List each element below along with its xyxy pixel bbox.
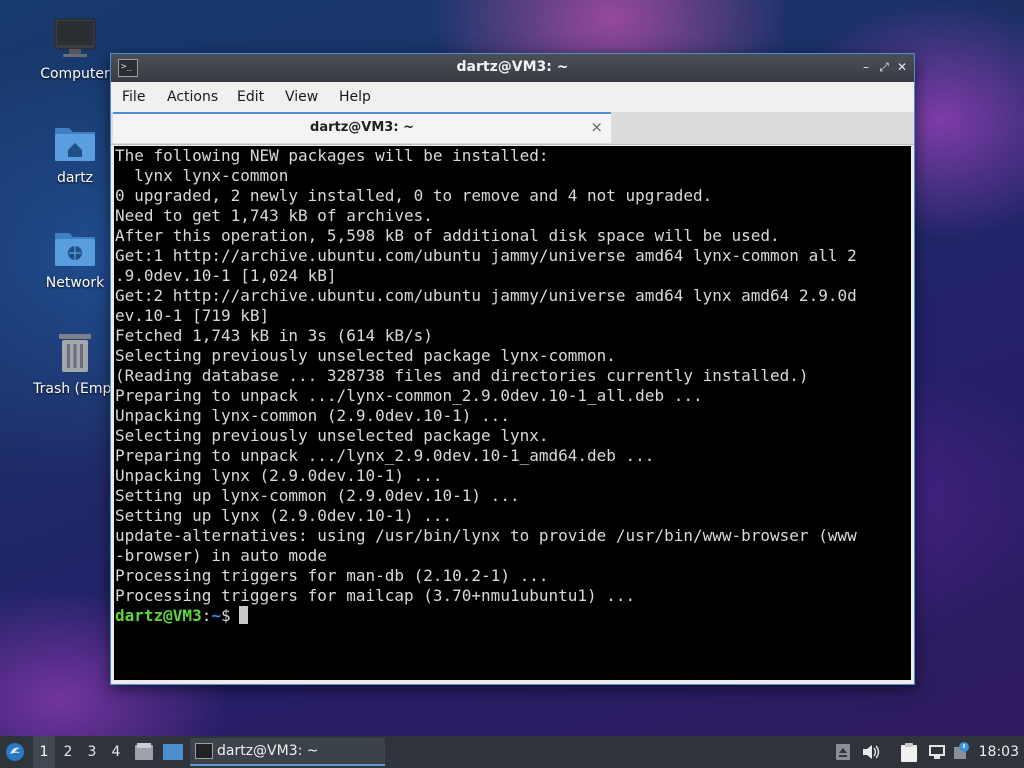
terminal-task-icon <box>195 743 213 759</box>
volume-icon[interactable] <box>862 744 880 760</box>
menu-view[interactable]: View <box>285 89 318 105</box>
terminal-line: Setting up lynx-common (2.9.0dev.10-1) .… <box>115 486 520 505</box>
terminal-line: Processing triggers for man-db (2.10.2-1… <box>115 566 549 585</box>
home-folder-icon <box>55 128 95 161</box>
terminal-line: update-alternatives: using /usr/bin/lynx… <box>115 526 857 545</box>
prompt-separator: : <box>201 606 212 625</box>
network-folder-icon <box>55 233 95 266</box>
eject-icon[interactable] <box>836 744 850 760</box>
network-icon[interactable] <box>928 744 946 760</box>
trash-icon <box>59 334 91 372</box>
prompt-path: ~ <box>211 606 221 625</box>
terminal-line: ev.10-1 [719 kB] <box>115 306 270 325</box>
taskbar: 1 2 3 4 dartz@VM3: ~ 18:03 <box>0 736 1024 768</box>
terminal-line: Fetched 1,743 kB in 3s (614 kB/s) <box>115 326 433 345</box>
terminal-line: Preparing to unpack .../lynx-common_2.9.… <box>115 386 703 405</box>
terminal-line: lynx lynx-common <box>115 166 289 185</box>
terminal-line: Unpacking lynx-common (2.9.0dev.10-1) ..… <box>115 406 510 425</box>
close-button[interactable]: ✕ <box>894 59 910 75</box>
menu-bar: File Actions Edit View Help <box>111 82 914 112</box>
terminal-line: Preparing to unpack .../lynx_2.9.0dev.10… <box>115 446 655 465</box>
menu-file[interactable]: File <box>122 89 145 105</box>
tab-terminal[interactable]: dartz@VM3: ~ × <box>113 112 611 143</box>
update-notifier-icon[interactable] <box>953 741 971 761</box>
terminal-line: Selecting previously unselected package … <box>115 426 549 445</box>
terminal-line: Unpacking lynx (2.9.0dev.10-1) ... <box>115 466 443 485</box>
show-desktop-icon[interactable] <box>162 743 184 761</box>
terminal-output[interactable]: The following NEW packages will be insta… <box>114 146 911 680</box>
window-titlebar[interactable]: >_ dartz@VM3: ~ – ⤢ ✕ <box>111 54 914 82</box>
menu-edit[interactable]: Edit <box>237 89 264 105</box>
terminal-line: Selecting previously unselected package … <box>115 346 616 365</box>
terminal-line: (Reading database ... 328738 files and d… <box>115 366 809 385</box>
terminal-line: Processing triggers for mailcap (3.70+nm… <box>115 586 636 605</box>
terminal-line: -browser) in auto mode <box>115 546 327 565</box>
menu-actions[interactable]: Actions <box>167 89 218 105</box>
terminal-line: 0 upgraded, 2 newly installed, 0 to remo… <box>115 186 713 205</box>
terminal-prompt-line: dartz@VM3:~$ <box>114 606 911 626</box>
terminal-window: >_ dartz@VM3: ~ – ⤢ ✕ File Actions Edit … <box>110 53 915 685</box>
terminal-line: Get:2 http://archive.ubuntu.com/ubuntu j… <box>115 286 857 305</box>
clipboard-icon[interactable] <box>900 742 918 762</box>
workspace-3[interactable]: 3 <box>81 736 103 768</box>
prompt-user: dartz@VM3 <box>115 606 202 625</box>
tab-close-icon[interactable]: × <box>590 118 603 136</box>
tab-title: dartz@VM3: ~ <box>310 120 414 135</box>
terminal-line: .9.0dev.10-1 [1,024 kB] <box>115 266 337 285</box>
terminal-line: After this operation, 5,598 kB of additi… <box>115 226 780 245</box>
terminal-line: The following NEW packages will be insta… <box>115 146 549 165</box>
maximize-button[interactable]: ⤢ <box>876 59 892 75</box>
workspace-1[interactable]: 1 <box>33 736 55 768</box>
terminal-line: Get:1 http://archive.ubuntu.com/ubuntu j… <box>115 246 857 265</box>
terminal-line: Need to get 1,743 kB of archives. <box>115 206 433 225</box>
taskbar-terminal-button[interactable]: dartz@VM3: ~ <box>190 738 385 766</box>
file-manager-launcher-icon[interactable] <box>134 743 154 761</box>
start-menu-icon[interactable] <box>5 742 25 762</box>
menu-help[interactable]: Help <box>339 89 371 105</box>
terminal-line: Setting up lynx (2.9.0dev.10-1) ... <box>115 506 453 525</box>
workspace-2[interactable]: 2 <box>57 736 79 768</box>
window-title: dartz@VM3: ~ <box>456 59 569 75</box>
tab-bar: dartz@VM3: ~ × <box>111 112 914 145</box>
minimize-button[interactable]: – <box>858 59 874 75</box>
prompt-symbol: $ <box>220 606 231 625</box>
clock: 18:03 <box>978 744 1019 760</box>
computer-icon <box>54 18 96 57</box>
terminal-cursor <box>238 606 248 624</box>
workspace-4[interactable]: 4 <box>105 736 127 768</box>
taskbar-terminal-label: dartz@VM3: ~ <box>217 743 319 759</box>
